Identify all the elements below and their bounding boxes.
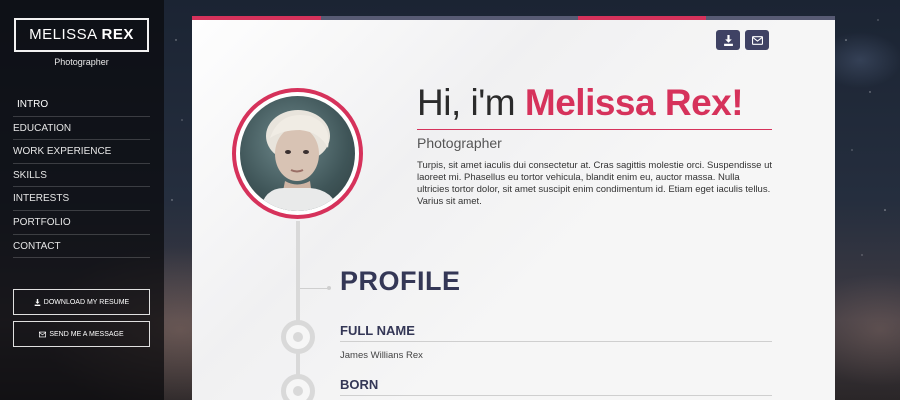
hero-name: Melissa Rex!: [524, 82, 744, 123]
hero-divider: [417, 129, 772, 130]
envelope-icon: [751, 35, 763, 45]
nav-item-education[interactable]: EDUCATION: [13, 117, 150, 141]
email-button[interactable]: [745, 30, 769, 50]
download-resume-label: DOWNLOAD MY RESUME: [43, 298, 130, 306]
section-title-profile: PROFILE: [340, 266, 461, 296]
nav-item-portfolio[interactable]: PORTFOLIO: [13, 211, 150, 235]
timeline-connector: [300, 288, 330, 289]
profile-photo-frame: [232, 88, 363, 219]
field-divider: [340, 395, 772, 396]
download-button[interactable]: [716, 30, 740, 50]
top-bar-segment: [577, 16, 707, 20]
top-bar-segment: [192, 16, 321, 20]
hero-heading: Hi, i'm Melissa Rex!: [417, 82, 744, 124]
nav-item-skills[interactable]: SKILLS: [13, 164, 150, 188]
timeline-connector-dot: [327, 286, 331, 290]
top-color-bar: [192, 16, 835, 20]
field-label-full-name: FULL NAME: [340, 323, 415, 338]
envelope-icon: [39, 331, 47, 337]
download-icon: [723, 34, 733, 46]
download-icon: [34, 298, 41, 306]
brand-last-name: REX: [101, 26, 134, 43]
resume-card: Hi, i'm Melissa Rex! Photographer Turpis…: [192, 16, 835, 400]
send-message-button[interactable]: SEND ME A MESSAGE: [13, 321, 150, 347]
top-bar-segment: [320, 16, 450, 20]
top-bar-segment: [449, 16, 578, 20]
nav-item-intro[interactable]: INTRO: [13, 93, 150, 117]
profile-photo: [240, 96, 355, 211]
brand-logo[interactable]: MELISSA REX: [14, 18, 149, 52]
hero-bio: Turpis, sit amet iaculis dui consectetur…: [417, 160, 772, 207]
nav-item-contact[interactable]: CONTACT: [13, 235, 150, 259]
send-message-label: SEND ME A MESSAGE: [49, 330, 124, 338]
download-resume-button[interactable]: DOWNLOAD MY RESUME: [13, 289, 150, 315]
sidebar: MELISSA REX Photographer INTRO EDUCATION…: [0, 0, 164, 400]
sidebar-nav: INTRO EDUCATION WORK EXPERIENCE SKILLS I…: [13, 93, 150, 259]
field-value-full-name: James Willians Rex: [340, 350, 423, 361]
nav-item-interests[interactable]: INTERESTS: [13, 187, 150, 211]
top-bar-segment: [706, 16, 835, 20]
hero-role: Photographer: [417, 135, 502, 151]
brand-subtitle: Photographer: [54, 57, 109, 67]
timeline-node: [281, 320, 315, 354]
nav-item-work-experience[interactable]: WORK EXPERIENCE: [13, 140, 150, 164]
timeline-node: [281, 374, 315, 400]
portrait-illustration: [260, 110, 338, 211]
hero-greeting: Hi, i'm: [417, 82, 525, 123]
brand-first-name: MELISSA: [29, 26, 97, 43]
field-label-born: BORN: [340, 377, 379, 392]
field-divider: [340, 341, 772, 342]
